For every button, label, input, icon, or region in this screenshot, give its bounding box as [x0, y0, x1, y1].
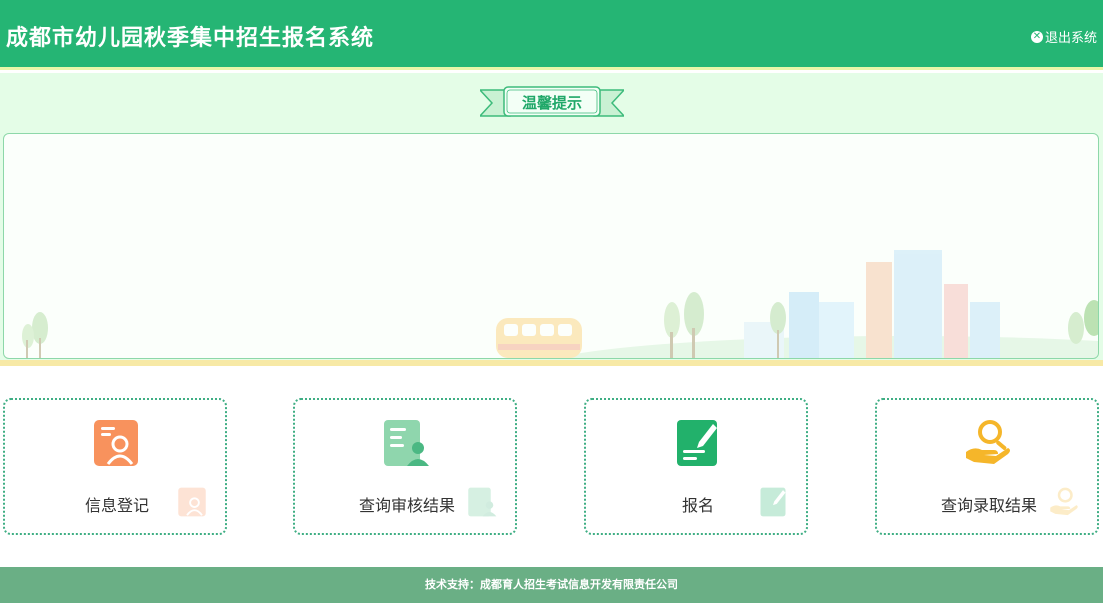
pen-document-icon — [677, 420, 717, 466]
card-admission-result[interactable]: 查询录取结果 — [875, 398, 1099, 535]
search-hand-icon — [1050, 487, 1078, 516]
tech-support-text: 技术支持：成都育人招生考试信息开发有限责任公司 — [425, 578, 678, 591]
close-circle-icon: ✕ — [1030, 30, 1043, 43]
logout-button[interactable]: ✕ 退出系统 — [1030, 27, 1097, 46]
audit-document-icon — [384, 420, 429, 466]
profile-card-icon — [178, 487, 206, 517]
notice-ribbon: 温馨提示 — [480, 86, 624, 120]
search-hand-icon — [966, 420, 1010, 464]
card-audit-result[interactable]: 查询审核结果 — [293, 398, 517, 535]
logout-label: 退出系统 — [1044, 31, 1097, 46]
ribbon-label: 温馨提示 — [521, 94, 582, 112]
audit-document-icon — [468, 487, 497, 517]
pen-document-icon — [760, 487, 786, 517]
notice-content-box — [3, 133, 1099, 359]
function-cards: 信息登记 查询审核结果 报名 查询录取结果 — [0, 398, 1103, 536]
profile-card-icon — [94, 420, 138, 466]
page-footer: 技术支持：成都育人招生考试信息开发有限责任公司 — [0, 567, 1103, 603]
page-title: 成都市幼儿园秋季集中招生报名系统 — [6, 26, 375, 51]
app-header: 成都市幼儿园秋季集中招生报名系统 ✕ 退出系统 — [0, 0, 1103, 70]
card-register[interactable]: 报名 — [584, 398, 808, 535]
city-scenery-illustration — [22, 250, 1098, 358]
card-info-register[interactable]: 信息登记 — [3, 398, 227, 535]
notice-section: 温馨提示 — [0, 73, 1103, 366]
